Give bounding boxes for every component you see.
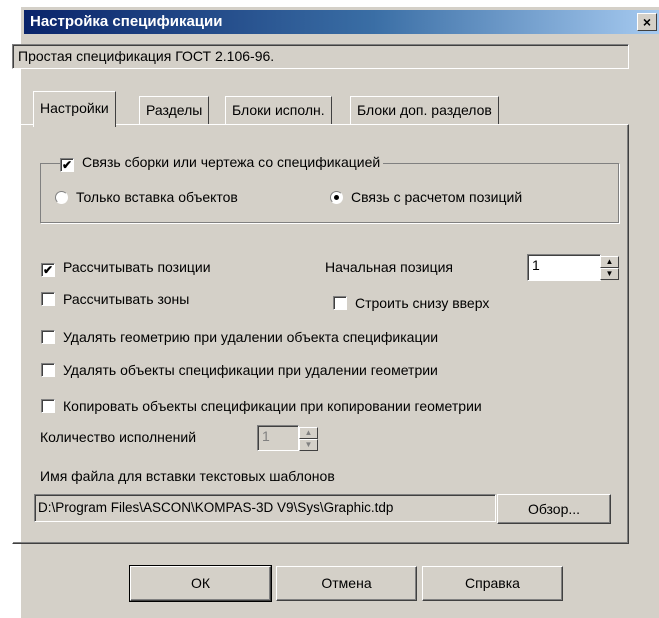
- build-bottom-up-box[interactable]: [333, 296, 347, 310]
- tab-extra-section-blocks[interactable]: Блоки доп. разделов: [350, 96, 499, 125]
- browse-button[interactable]: Обзор...: [497, 494, 611, 524]
- radio-link-with-positions-label: Связь с расчетом позиций: [351, 189, 523, 205]
- delete-geometry-label: Удалять геометрию при удалении объекта с…: [63, 329, 439, 345]
- link-checkbox[interactable]: ✔ Связь сборки или чертежа со спецификаци…: [60, 154, 384, 172]
- delete-objects-box[interactable]: [41, 363, 55, 377]
- radio-link-with-positions[interactable]: Связь с расчетом позиций: [330, 189, 522, 205]
- window-title: Настройка спецификации: [30, 13, 223, 30]
- cancel-button[interactable]: Отмена: [276, 566, 417, 601]
- radio-insert-only[interactable]: Только вставка объектов: [55, 189, 238, 205]
- link-checkbox-label: Связь сборки или чертежа со спецификацие…: [82, 154, 381, 170]
- ok-button[interactable]: ОК: [129, 565, 272, 602]
- start-position-label: Начальная позиция: [325, 259, 453, 275]
- calc-positions-label: Рассчитывать позиции: [63, 259, 211, 275]
- delete-geometry-box[interactable]: [41, 330, 55, 344]
- close-button[interactable]: ×: [637, 13, 657, 31]
- spin-down-icon[interactable]: ▼: [600, 268, 619, 280]
- calc-zones-label: Рассчитывать зоны: [63, 291, 190, 307]
- calc-zones-box[interactable]: [41, 292, 55, 306]
- build-bottom-up-checkbox[interactable]: Строить снизу вверх: [333, 295, 489, 311]
- link-checkbox-box[interactable]: ✔: [60, 158, 74, 172]
- template-file-label: Имя файла для вставки текстовых шаблонов: [40, 468, 335, 484]
- delete-geometry-checkbox[interactable]: Удалять геометрию при удалении объекта с…: [41, 329, 438, 345]
- delete-objects-label: Удалять объекты спецификации при удалени…: [63, 362, 438, 378]
- copy-objects-label: Копировать объекты спецификации при копи…: [63, 398, 482, 414]
- start-position-input[interactable]: 1: [527, 254, 601, 281]
- tab-version-blocks[interactable]: Блоки исполн.: [225, 96, 332, 125]
- radio-insert-only-label: Только вставка объектов: [76, 189, 238, 205]
- calc-positions-checkbox[interactable]: ✔ Рассчитывать позиции: [41, 259, 211, 277]
- help-button[interactable]: Справка: [422, 566, 563, 601]
- tab-sections[interactable]: Разделы: [139, 96, 210, 125]
- radio-link-with-positions-circle[interactable]: [330, 191, 343, 204]
- title-bar[interactable]: Настройка спецификации ×: [24, 10, 659, 34]
- spin-up-icon[interactable]: ▲: [299, 427, 318, 439]
- copy-objects-checkbox[interactable]: Копировать объекты спецификации при копи…: [41, 398, 482, 414]
- spin-down-icon[interactable]: ▼: [299, 439, 318, 451]
- calc-zones-checkbox[interactable]: Рассчитывать зоны: [41, 291, 189, 307]
- template-file-path-field[interactable]: D:\Program Files\ASCON\KOMPAS-3D V9\Sys\…: [34, 494, 496, 522]
- spin-up-icon[interactable]: ▲: [600, 256, 619, 268]
- versions-count-input[interactable]: 1: [257, 425, 299, 451]
- calc-positions-box[interactable]: ✔: [41, 263, 55, 277]
- delete-objects-checkbox[interactable]: Удалять объекты спецификации при удалени…: [41, 362, 438, 378]
- radio-insert-only-circle[interactable]: [55, 191, 68, 204]
- copy-objects-box[interactable]: [41, 399, 55, 413]
- spec-description-field: Простая спецификация ГОСТ 2.106-96.: [12, 44, 629, 69]
- tab-settings[interactable]: Настройки: [33, 91, 116, 127]
- versions-count-label: Количество исполнений: [40, 429, 197, 445]
- build-bottom-up-label: Строить снизу вверх: [355, 295, 490, 311]
